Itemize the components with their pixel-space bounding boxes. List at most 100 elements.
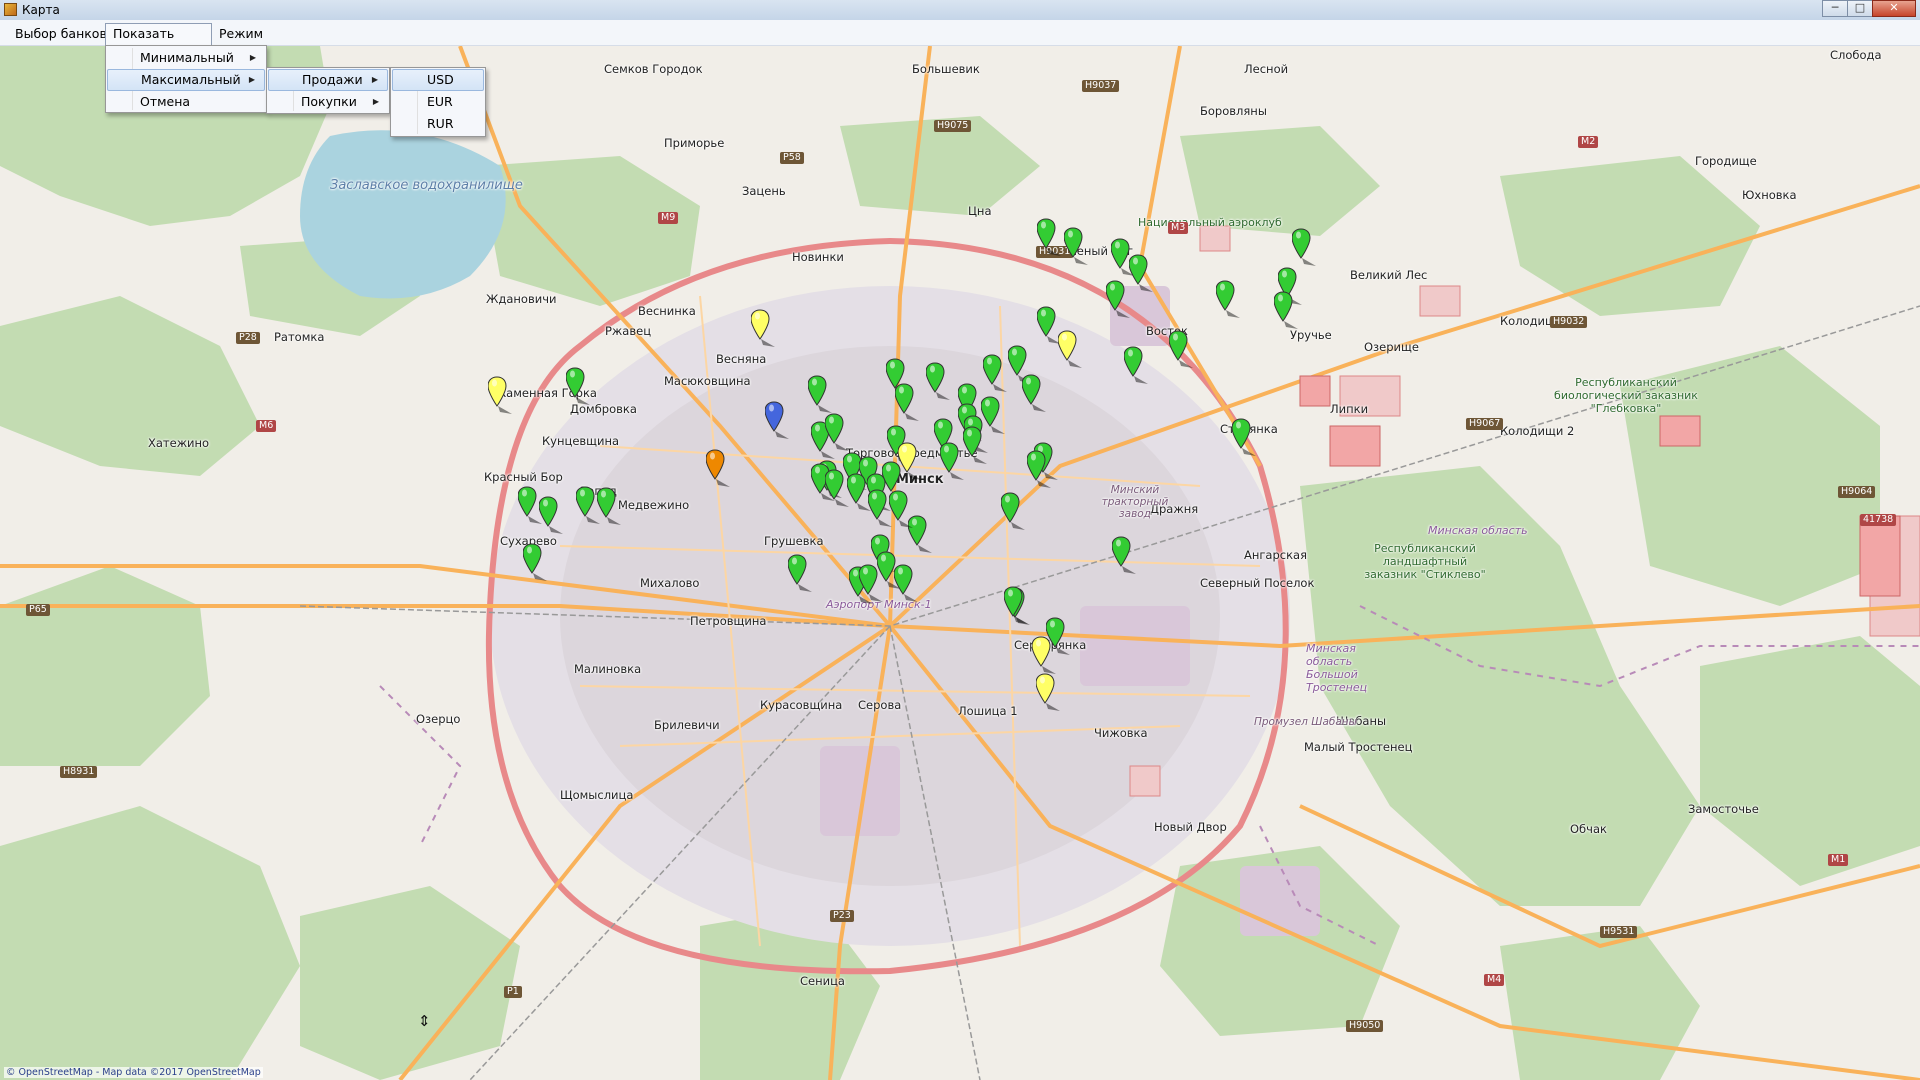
menu-item-minimum[interactable]: Минимальный ▶ xyxy=(107,47,265,69)
label-place: Ангарская xyxy=(1244,548,1308,562)
bank-marker-green[interactable] xyxy=(1001,492,1027,532)
menu-item-label: EUR xyxy=(427,94,453,109)
label-place: Ратомка xyxy=(274,330,325,344)
label-place: Великий Лес xyxy=(1350,268,1428,282)
close-button[interactable]: ✕ xyxy=(1872,0,1916,17)
bank-marker-green[interactable] xyxy=(889,490,915,530)
label-place: Северный Поселок xyxy=(1200,576,1315,590)
bank-marker-yellow[interactable] xyxy=(898,442,924,482)
road-shield: P58 xyxy=(780,152,804,164)
label-place: Озерцо xyxy=(416,712,461,726)
label-region-2: Минская область Большой Тростенец xyxy=(1306,642,1368,694)
bank-marker-green[interactable] xyxy=(940,442,966,482)
bank-marker-green[interactable] xyxy=(518,486,544,526)
label-place: Малый Тростенец xyxy=(1304,740,1413,754)
menu-item-rur[interactable]: RUR xyxy=(392,113,484,135)
submenu-arrow-icon: ▶ xyxy=(372,97,379,106)
bank-marker-green[interactable] xyxy=(1216,280,1242,320)
label-place: Кунцевщина xyxy=(542,434,620,448)
bank-marker-green[interactable] xyxy=(1106,280,1132,320)
title-bar: Карта ─ □ ✕ xyxy=(0,0,1920,21)
bank-marker-green[interactable] xyxy=(1274,291,1300,331)
bank-marker-green[interactable] xyxy=(788,554,814,594)
mouse-cursor: ⇕ xyxy=(418,1012,431,1030)
bank-marker-green[interactable] xyxy=(1064,227,1090,267)
label-place: Малиновка xyxy=(574,662,642,676)
label-place: Серова xyxy=(858,698,902,712)
bank-marker-green[interactable] xyxy=(808,375,834,415)
label-place: Юхновка xyxy=(1742,188,1797,202)
bank-marker-green[interactable] xyxy=(963,426,989,466)
bank-marker-green[interactable] xyxy=(597,487,623,527)
bank-marker-green[interactable] xyxy=(825,413,851,453)
bank-marker-green[interactable] xyxy=(895,383,921,423)
bank-marker-yellow[interactable] xyxy=(1058,330,1084,370)
bank-marker-green[interactable] xyxy=(1027,450,1053,490)
road-shield: H9067 xyxy=(1466,418,1504,430)
label-place: Городище xyxy=(1695,154,1757,168)
submenu-arrow-icon: ▶ xyxy=(371,75,378,84)
bank-marker-green[interactable] xyxy=(983,354,1009,394)
road-shield: P65 xyxy=(26,604,50,616)
road-shield: H8931 xyxy=(60,766,98,778)
label-region: Минская область xyxy=(1428,524,1528,537)
menu-item-sales[interactable]: Продажи ▶ xyxy=(268,69,388,91)
app-icon xyxy=(4,3,17,16)
bank-marker-green[interactable] xyxy=(859,564,885,604)
bank-marker-yellow[interactable] xyxy=(488,376,514,416)
label-reservoir: Заславское водохранилище xyxy=(330,178,523,193)
road-shield: M9 xyxy=(658,212,679,224)
bank-marker-green[interactable] xyxy=(1292,228,1318,268)
label-place: Озерище xyxy=(1364,340,1419,354)
bank-marker-green[interactable] xyxy=(1004,586,1030,626)
label-reserve-2: Республиканский ландшафтный заказник "Ст… xyxy=(1364,542,1486,581)
bank-marker-green[interactable] xyxy=(1124,346,1150,386)
menu-bank-selection[interactable]: Выбор банков xyxy=(8,24,114,43)
label-place: Михалово xyxy=(640,576,700,590)
label-place: Колодищи 2 xyxy=(1500,424,1575,438)
menu-item-label: Покупки xyxy=(301,94,357,109)
bank-marker-orange[interactable] xyxy=(706,449,732,489)
maximize-button[interactable]: □ xyxy=(1847,0,1873,17)
menu-item-purchases[interactable]: Покупки ▶ xyxy=(268,91,388,113)
bank-marker-green[interactable] xyxy=(1232,418,1258,458)
bank-marker-green[interactable] xyxy=(523,543,549,583)
road-shield: H9531 xyxy=(1600,926,1638,938)
menu-item-label: Продажи xyxy=(302,72,363,87)
bank-marker-green[interactable] xyxy=(894,564,920,604)
road-shield: 41738 xyxy=(1860,514,1897,526)
label-place: Лесной xyxy=(1244,62,1289,76)
menu-item-eur[interactable]: EUR xyxy=(392,91,484,113)
show-rates-menu: Минимальный ▶ Максимальный ▶ Отмена xyxy=(105,45,267,113)
menu-item-maximum[interactable]: Максимальный ▶ xyxy=(107,69,265,91)
bank-marker-blue[interactable] xyxy=(765,401,791,441)
label-place: Весняна xyxy=(716,352,767,366)
menu-item-usd[interactable]: USD xyxy=(392,69,484,91)
bank-marker-green[interactable] xyxy=(1037,218,1063,258)
menu-show-rates[interactable]: Показать курсы xyxy=(105,23,212,61)
bank-marker-yellow[interactable] xyxy=(1032,636,1058,676)
label-place: Брилевичи xyxy=(654,718,720,732)
maximum-submenu: Продажи ▶ Покупки ▶ xyxy=(266,67,390,114)
bank-marker-green[interactable] xyxy=(1169,330,1195,370)
bank-marker-green[interactable] xyxy=(1129,254,1155,294)
label-place: Ждановичи xyxy=(486,292,557,306)
bank-marker-yellow[interactable] xyxy=(1036,673,1062,713)
bank-marker-green[interactable] xyxy=(566,367,592,407)
bank-marker-green[interactable] xyxy=(1112,536,1138,576)
map-view[interactable]: Заславское водохранилище Семков Городок … xyxy=(0,46,1920,1080)
submenu-arrow-icon: ▶ xyxy=(248,75,255,84)
bank-marker-green[interactable] xyxy=(1022,374,1048,414)
minimize-button[interactable]: ─ xyxy=(1822,0,1848,17)
bank-marker-yellow[interactable] xyxy=(751,309,777,349)
road-shield: M6 xyxy=(256,420,277,432)
road-shield: P23 xyxy=(830,910,854,922)
menu-item-cancel[interactable]: Отмена xyxy=(107,91,265,113)
menu-mode[interactable]: Режим xyxy=(212,24,270,43)
label-place: Грушевка xyxy=(764,534,824,548)
road-shield: P1 xyxy=(504,986,522,998)
label-place: Большевик xyxy=(912,62,980,76)
map-attribution: © OpenStreetMap - Map data ©2017 OpenStr… xyxy=(4,1067,263,1078)
label-place: Щомыслица xyxy=(560,788,634,802)
bank-marker-green[interactable] xyxy=(926,362,952,402)
